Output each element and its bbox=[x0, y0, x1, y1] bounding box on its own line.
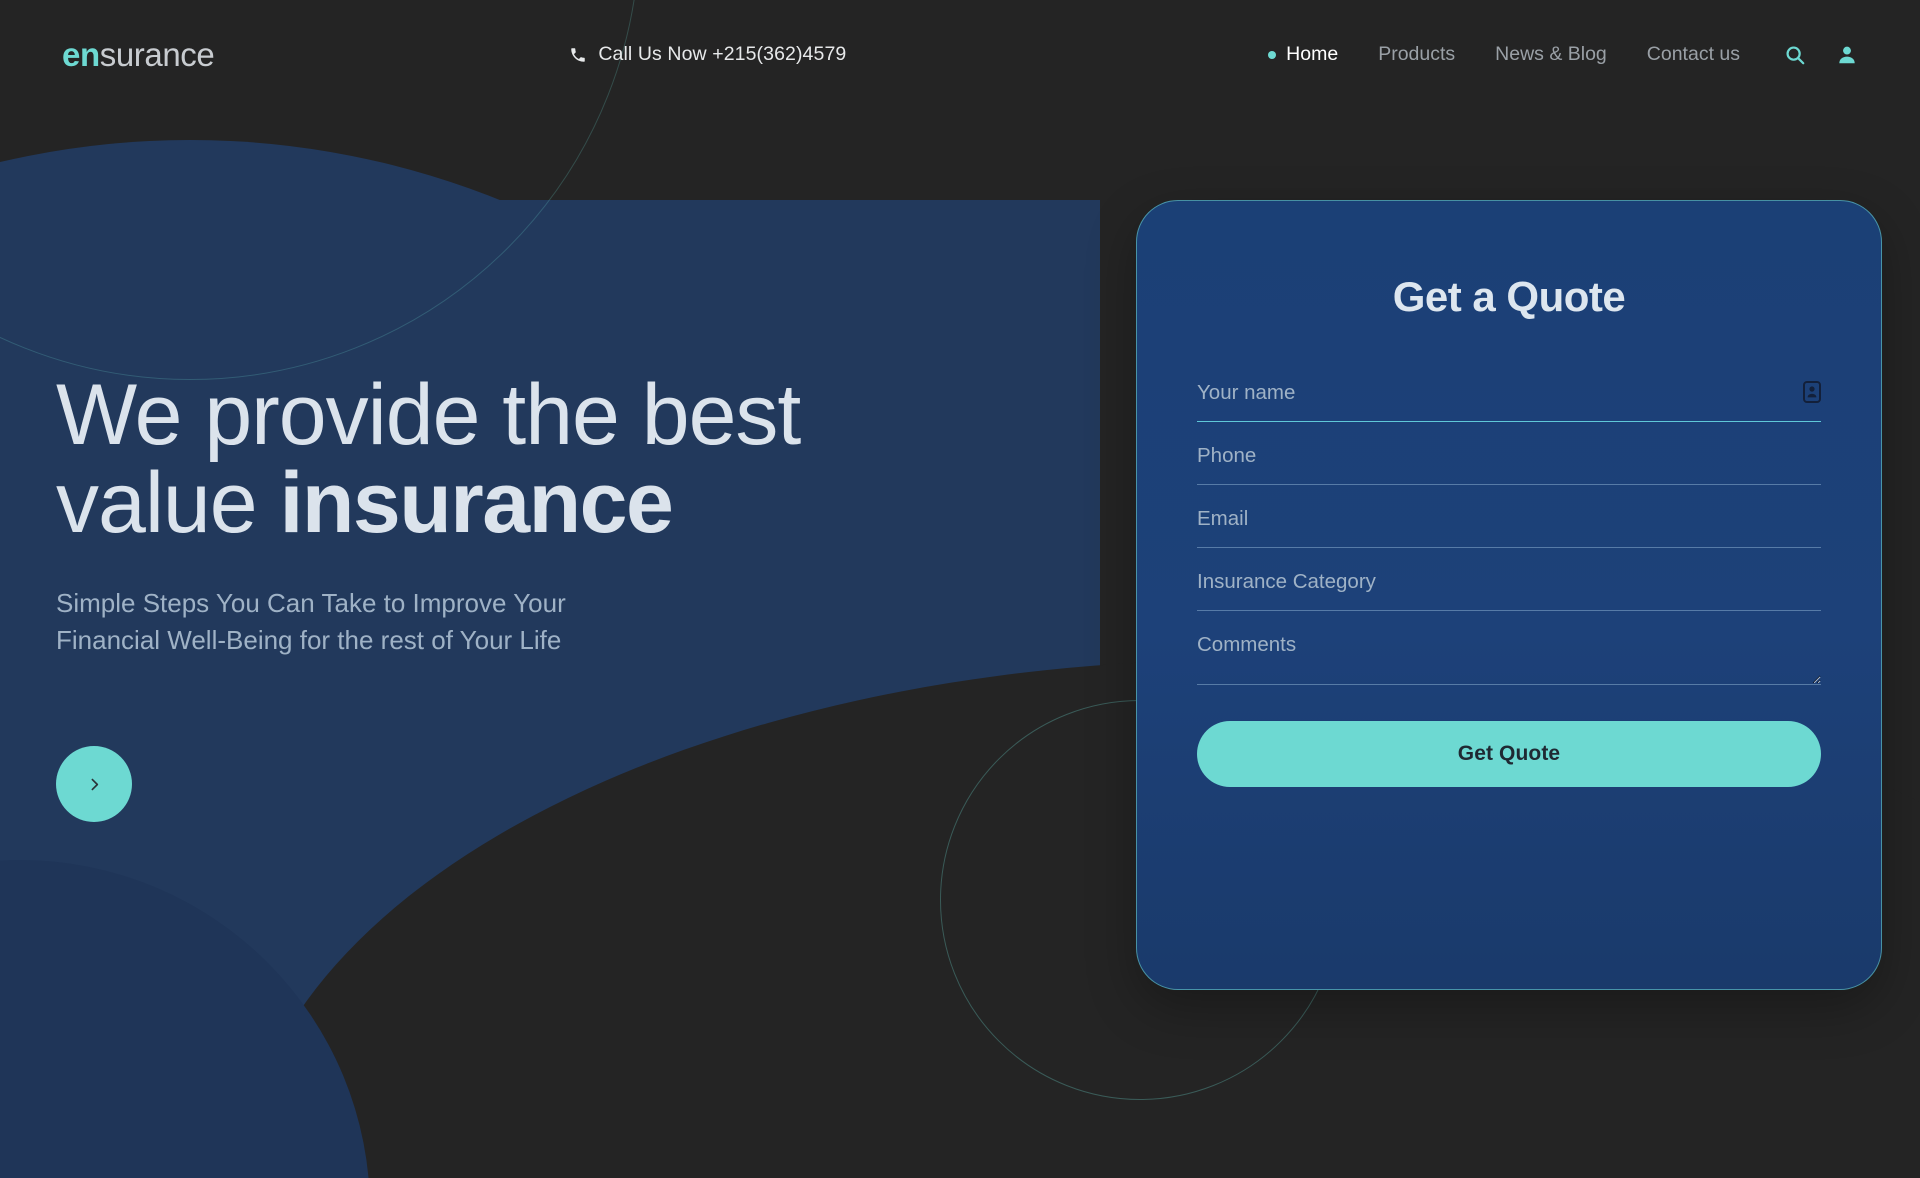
phone-icon bbox=[571, 47, 586, 62]
user-icon bbox=[1839, 46, 1855, 63]
field-insurance-category bbox=[1197, 548, 1821, 611]
hero-title-line2-bold: insurance bbox=[279, 454, 674, 551]
hero-title-line2-light: value bbox=[56, 454, 280, 551]
quote-card-title: Get a Quote bbox=[1392, 273, 1626, 320]
search-icon bbox=[1786, 45, 1805, 64]
hero-subtitle-line2: Financial Well-Being for the rest of You… bbox=[56, 625, 562, 656]
email-input[interactable] bbox=[1197, 507, 1821, 548]
logo-rest: surance bbox=[99, 36, 215, 73]
logo[interactable]: ensurance bbox=[62, 36, 215, 73]
nav-item-news-blog-label: News & Blog bbox=[1495, 43, 1607, 65]
hero-title: We provide the best value insurance bbox=[56, 371, 1016, 547]
hero-content: We provide the best value insurance Simp… bbox=[56, 371, 1016, 659]
insurance-category-input[interactable] bbox=[1197, 570, 1821, 611]
field-phone bbox=[1197, 422, 1821, 485]
nav-item-home-label: Home bbox=[1286, 43, 1339, 65]
call-us-link[interactable]: Call Us Now +215(362)4579 bbox=[569, 43, 846, 66]
site-header: ensurance Call Us Now +215(362)4579 Home… bbox=[0, 0, 1920, 200]
account-button[interactable] bbox=[1836, 44, 1858, 66]
nav-item-contact-us-label: Contact us bbox=[1646, 43, 1740, 65]
get-quote-button[interactable]: Get Quote bbox=[1197, 721, 1821, 787]
nav-item-contact-us[interactable]: Contact us bbox=[1627, 43, 1760, 66]
field-your-name bbox=[1197, 359, 1821, 422]
main-nav: Home Products News & Blog Contact us bbox=[1266, 43, 1858, 66]
quote-form: Get Quote bbox=[1197, 359, 1821, 787]
your-name-input[interactable] bbox=[1197, 381, 1821, 422]
phone-input[interactable] bbox=[1197, 444, 1821, 485]
nav-item-products[interactable]: Products bbox=[1358, 43, 1475, 66]
active-dot-icon bbox=[1268, 50, 1277, 59]
phone-label: Call Us Now +215(362)4579 bbox=[598, 43, 847, 65]
landing-page: ensurance Call Us Now +215(362)4579 Home… bbox=[0, 0, 1920, 1178]
field-email bbox=[1197, 485, 1821, 548]
field-comments bbox=[1197, 611, 1821, 685]
hero-subtitle-line1: Simple Steps You Can Take to Improve You… bbox=[56, 588, 566, 619]
search-button[interactable] bbox=[1784, 44, 1806, 66]
get-a-quote-card: Get a Quote Get bbox=[1136, 200, 1882, 990]
hero-title-line1: We provide the best bbox=[56, 367, 801, 463]
nav-item-home[interactable]: Home bbox=[1266, 43, 1358, 66]
nav-item-products-label: Products bbox=[1378, 43, 1456, 65]
hero-subtitle: Simple Steps You Can Take to Improve You… bbox=[56, 585, 1016, 659]
logo-accent: en bbox=[62, 36, 100, 73]
chevron-right-icon bbox=[91, 778, 98, 790]
nav-item-news-blog[interactable]: News & Blog bbox=[1475, 43, 1627, 66]
hero-next-button[interactable] bbox=[56, 746, 132, 822]
comments-textarea[interactable] bbox=[1197, 633, 1821, 685]
